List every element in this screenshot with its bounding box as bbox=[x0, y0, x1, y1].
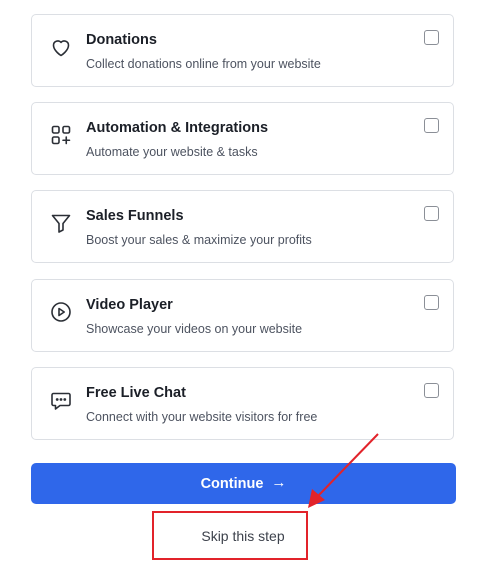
apps-plus-icon bbox=[49, 123, 73, 147]
option-card-automation-integrations[interactable]: Automation & Integrations Automate your … bbox=[31, 102, 454, 175]
option-description: Collect donations online from your websi… bbox=[86, 57, 321, 71]
play-circle-icon bbox=[49, 300, 73, 324]
continue-button-label: Continue bbox=[200, 475, 264, 492]
funnel-icon bbox=[49, 211, 73, 235]
video-player-checkbox[interactable] bbox=[424, 295, 439, 310]
heart-icon bbox=[49, 35, 73, 59]
sales-funnels-checkbox[interactable] bbox=[424, 206, 439, 221]
option-card-free-live-chat[interactable]: Free Live Chat Connect with your website… bbox=[31, 367, 454, 440]
option-title: Sales Funnels bbox=[86, 208, 184, 224]
automation-integrations-checkbox[interactable] bbox=[424, 118, 439, 133]
skip-step-label: Skip this step bbox=[201, 528, 285, 544]
arrow-right-icon: → bbox=[271, 474, 287, 491]
option-card-video-player[interactable]: Video Player Showcase your videos on you… bbox=[31, 279, 454, 352]
feature-selection-page: Donations Collect donations online from … bbox=[0, 0, 486, 562]
option-description: Showcase your videos on your website bbox=[86, 322, 303, 336]
option-title: Donations bbox=[86, 32, 157, 48]
option-title: Video Player bbox=[86, 297, 173, 313]
chat-bubble-icon bbox=[49, 388, 73, 412]
skip-step-link[interactable]: Skip this step bbox=[0, 528, 486, 544]
continue-button[interactable]: Continue → bbox=[31, 463, 456, 504]
option-title: Automation & Integrations bbox=[86, 120, 269, 136]
donations-checkbox[interactable] bbox=[424, 30, 439, 45]
option-title: Free Live Chat bbox=[86, 385, 186, 401]
option-card-donations[interactable]: Donations Collect donations online from … bbox=[31, 14, 454, 87]
option-card-sales-funnels[interactable]: Sales Funnels Boost your sales & maximiz… bbox=[31, 190, 454, 263]
free-live-chat-checkbox[interactable] bbox=[424, 383, 439, 398]
option-description: Connect with your website visitors for f… bbox=[86, 410, 318, 424]
option-description: Automate your website & tasks bbox=[86, 145, 258, 159]
option-description: Boost your sales & maximize your profits bbox=[86, 233, 312, 247]
